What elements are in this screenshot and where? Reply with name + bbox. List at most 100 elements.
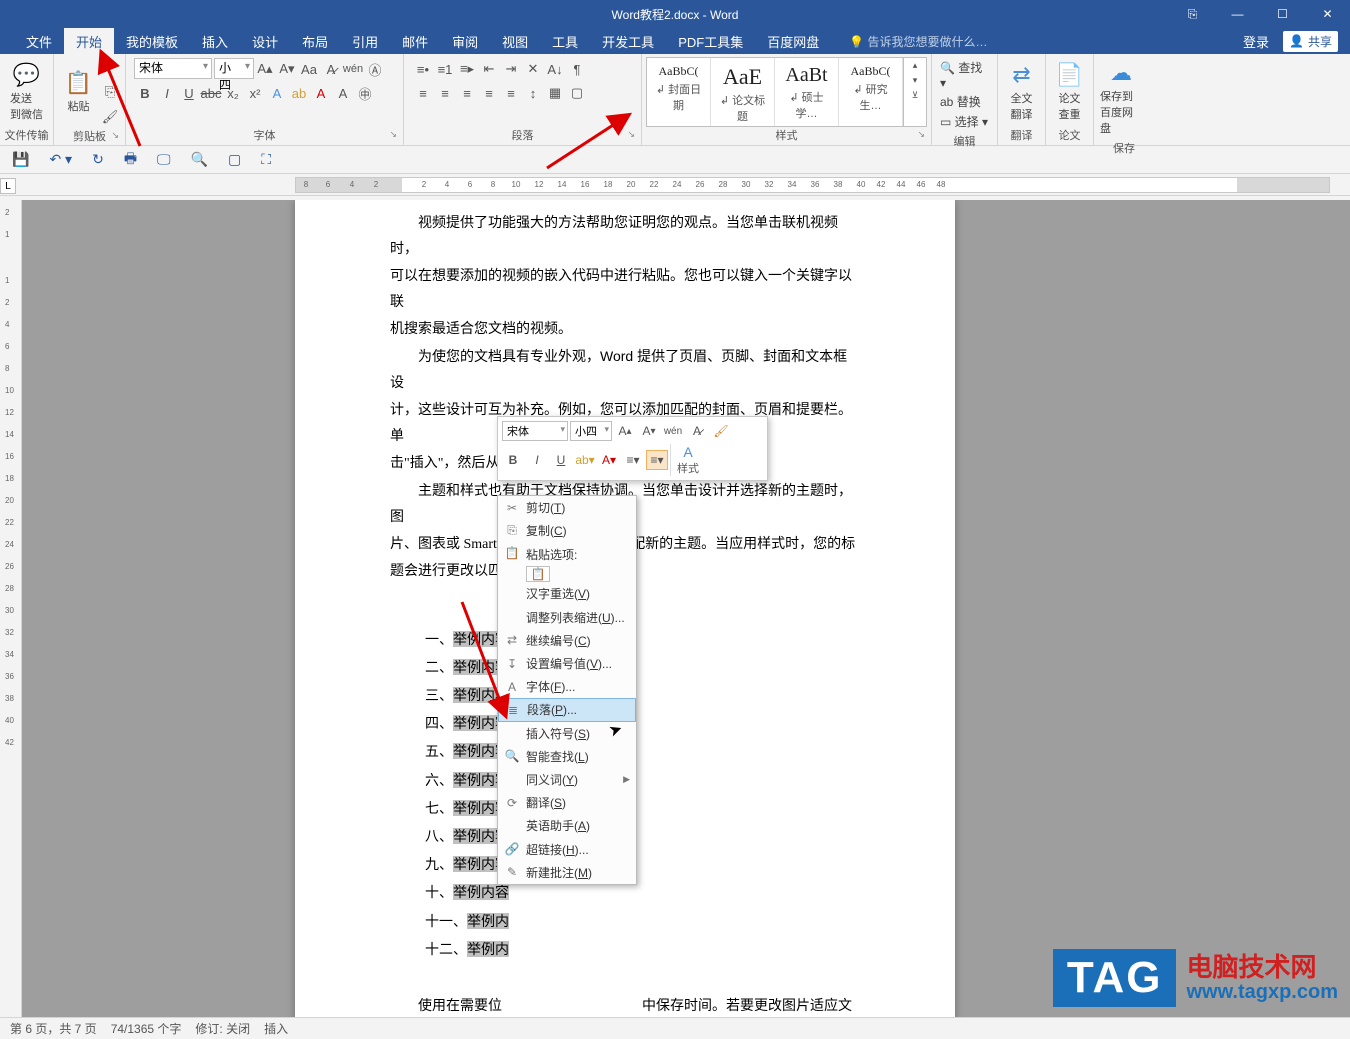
tab-baidu[interactable]: 百度网盘 xyxy=(755,28,831,54)
cm-hyperlink[interactable]: 🔗超链接(H)... xyxy=(498,837,636,860)
select-button[interactable]: ▭ 选择 ▾ xyxy=(940,113,988,130)
tab-templates[interactable]: 我的模板 xyxy=(114,28,190,54)
launcher-icon[interactable]: ↘ xyxy=(627,129,635,140)
font-color-icon[interactable]: A xyxy=(310,82,332,104)
tab-mail[interactable]: 邮件 xyxy=(390,28,440,54)
copy-icon[interactable]: ⎘ xyxy=(99,81,121,103)
style-item[interactable]: AaBbC(↲ 研究生… xyxy=(839,58,903,126)
grow-font-icon[interactable]: A▴ xyxy=(254,58,276,80)
cm-adjust-indent[interactable]: 调整列表缩进(U)... xyxy=(498,606,636,629)
ruler-vertical[interactable]: 2 1 1 2 4 6 8 10 12 14 16 18 20 22 24 26… xyxy=(0,200,22,1017)
char-border-icon[interactable]: Ⓐ xyxy=(364,58,386,80)
tab-tools[interactable]: 工具 xyxy=(540,28,590,54)
tab-references[interactable]: 引用 xyxy=(340,28,390,54)
tab-stop-control[interactable]: L xyxy=(0,178,16,194)
tab-insert[interactable]: 插入 xyxy=(190,28,240,54)
close-icon[interactable]: ✕ xyxy=(1305,0,1350,28)
ruler-horizontal[interactable]: 8 6 4 2 2 4 6 8 10 12 14 16 18 20 22 24 … xyxy=(295,177,1330,193)
bullets-icon[interactable]: ≡• xyxy=(412,58,434,80)
grow-font-icon[interactable]: A▴ xyxy=(614,421,636,441)
launcher-icon[interactable]: ↘ xyxy=(389,129,397,140)
save-baidu-button[interactable]: ☁保存到 百度网盘 xyxy=(1098,56,1144,140)
status-page[interactable]: 第 6 页，共 7 页 xyxy=(10,1020,97,1037)
numbering-icon[interactable]: ≡1 xyxy=(434,58,456,80)
tab-dev[interactable]: 开发工具 xyxy=(590,28,666,54)
status-words[interactable]: 74/1365 个字 xyxy=(111,1020,182,1037)
cm-set-num[interactable]: ↧设置编号值(V)... xyxy=(498,652,636,675)
cm-font[interactable]: A字体(F)... xyxy=(498,675,636,698)
align-center-icon[interactable]: ≡ xyxy=(434,82,456,104)
translate-button[interactable]: ⇄全文 翻译 xyxy=(1002,58,1041,126)
multilevel-icon[interactable]: ≡▸ xyxy=(456,58,478,80)
send-wechat-button[interactable]: 💬发送 到微信 xyxy=(4,58,49,126)
cm-reselect[interactable]: 汉字重选(V) xyxy=(498,582,636,605)
tab-view[interactable]: 视图 xyxy=(490,28,540,54)
align-left-icon[interactable]: ≡ xyxy=(412,82,434,104)
increase-indent-icon[interactable]: ⇥ xyxy=(500,58,522,80)
phonetic-icon[interactable]: wén xyxy=(662,421,684,441)
font-size-select[interactable]: 小四 xyxy=(214,58,254,79)
ribbon-options-icon[interactable]: ⎘ xyxy=(1170,0,1215,28)
styles-gallery[interactable]: AaBbC(↲ 封面日期 AaE↲ 论文标题 AaBt↲ 硕士学… AaBbC(… xyxy=(646,57,927,127)
style-item[interactable]: AaBbC(↲ 封面日期 xyxy=(647,58,711,126)
tab-home[interactable]: 开始 xyxy=(64,28,114,54)
style-item[interactable]: AaE↲ 论文标题 xyxy=(711,58,775,126)
distribute-icon[interactable]: ≡ xyxy=(500,82,522,104)
maximize-icon[interactable]: ☐ xyxy=(1260,0,1305,28)
launcher-icon[interactable]: ↘ xyxy=(111,130,119,141)
cut-icon[interactable]: ✂ xyxy=(99,56,121,78)
clear-format-icon[interactable]: A̷ xyxy=(320,58,342,80)
tab-design[interactable]: 设计 xyxy=(240,28,290,54)
highlight-icon[interactable]: ab xyxy=(288,82,310,104)
paste-button[interactable]: 📋粘贴 xyxy=(58,66,99,118)
replace-button[interactable]: ab 替换 xyxy=(940,93,981,110)
select-icon[interactable]: ⛶ xyxy=(261,151,271,168)
cm-insert-symbol[interactable]: 插入符号(S) xyxy=(498,722,636,745)
paste-option-icon[interactable]: 📋 xyxy=(526,566,550,582)
mini-size-select[interactable]: 小四 xyxy=(570,421,612,441)
underline-icon[interactable]: U xyxy=(178,82,200,104)
format-painter-icon[interactable]: 🖌 xyxy=(710,421,732,441)
print-icon[interactable]: 🖶 xyxy=(124,148,137,172)
tab-layout[interactable]: 布局 xyxy=(290,28,340,54)
print-preview-icon[interactable]: 🖵 xyxy=(157,151,171,168)
decrease-indent-icon[interactable]: ⇤ xyxy=(478,58,500,80)
borders-icon[interactable]: ▢ xyxy=(566,82,588,104)
cm-translate[interactable]: ⟳翻译(S) xyxy=(498,791,636,814)
cm-smart-find[interactable]: 🔍智能查找(L) xyxy=(498,745,636,768)
style-item[interactable]: AaBt↲ 硕士学… xyxy=(775,58,839,126)
tell-me-input[interactable]: 💡 告诉我您想要做什么… xyxy=(831,33,987,50)
highlight-icon[interactable]: ab▾ xyxy=(574,450,596,470)
sort-icon[interactable]: A↓ xyxy=(544,58,566,80)
cm-new-comment[interactable]: ✎新建批注(M) xyxy=(498,861,636,884)
asian-layout-icon[interactable]: ✕ xyxy=(522,58,544,80)
launcher-icon[interactable]: ↘ xyxy=(917,129,925,140)
numbering-icon[interactable]: ≡▾ xyxy=(646,450,668,470)
mini-font-select[interactable]: 宋体 xyxy=(502,421,568,441)
login-link[interactable]: 登录 xyxy=(1243,32,1269,51)
cm-english-help[interactable]: 英语助手(A) xyxy=(498,814,636,837)
save-icon[interactable]: 💾 xyxy=(12,151,29,168)
tab-file[interactable]: 文件 xyxy=(14,28,64,54)
status-mode[interactable]: 插入 xyxy=(264,1020,288,1037)
gallery-up-icon[interactable]: ▴ xyxy=(904,58,926,73)
minimize-icon[interactable]: — xyxy=(1215,0,1260,28)
gallery-more-icon[interactable]: ⊻ xyxy=(904,88,926,103)
italic-icon[interactable]: I xyxy=(526,450,548,470)
tab-pdf[interactable]: PDF工具集 xyxy=(666,28,755,54)
cm-continue-num[interactable]: ⇄继续编号(C) xyxy=(498,629,636,652)
align-right-icon[interactable]: ≡ xyxy=(456,82,478,104)
cm-paragraph[interactable]: ≣段落(P)... xyxy=(498,698,636,721)
shrink-font-icon[interactable]: A▾ xyxy=(276,58,298,80)
bold-icon[interactable]: B xyxy=(134,82,156,104)
underline-icon[interactable]: U xyxy=(550,450,572,470)
bold-icon[interactable]: B xyxy=(502,450,524,470)
gallery-down-icon[interactable]: ▾ xyxy=(904,73,926,88)
enclose-icon[interactable]: ㊥ xyxy=(354,82,376,104)
show-marks-icon[interactable]: ¶ xyxy=(566,58,588,80)
share-button[interactable]: 👤 共享 xyxy=(1283,31,1338,52)
cm-synonym[interactable]: 同义词(Y)▶ xyxy=(498,768,636,791)
change-case-icon[interactable]: Aa xyxy=(298,58,320,80)
redo-icon[interactable]: ↻ xyxy=(92,151,104,168)
thesis-check-button[interactable]: 📄论文 查重 xyxy=(1050,58,1089,126)
